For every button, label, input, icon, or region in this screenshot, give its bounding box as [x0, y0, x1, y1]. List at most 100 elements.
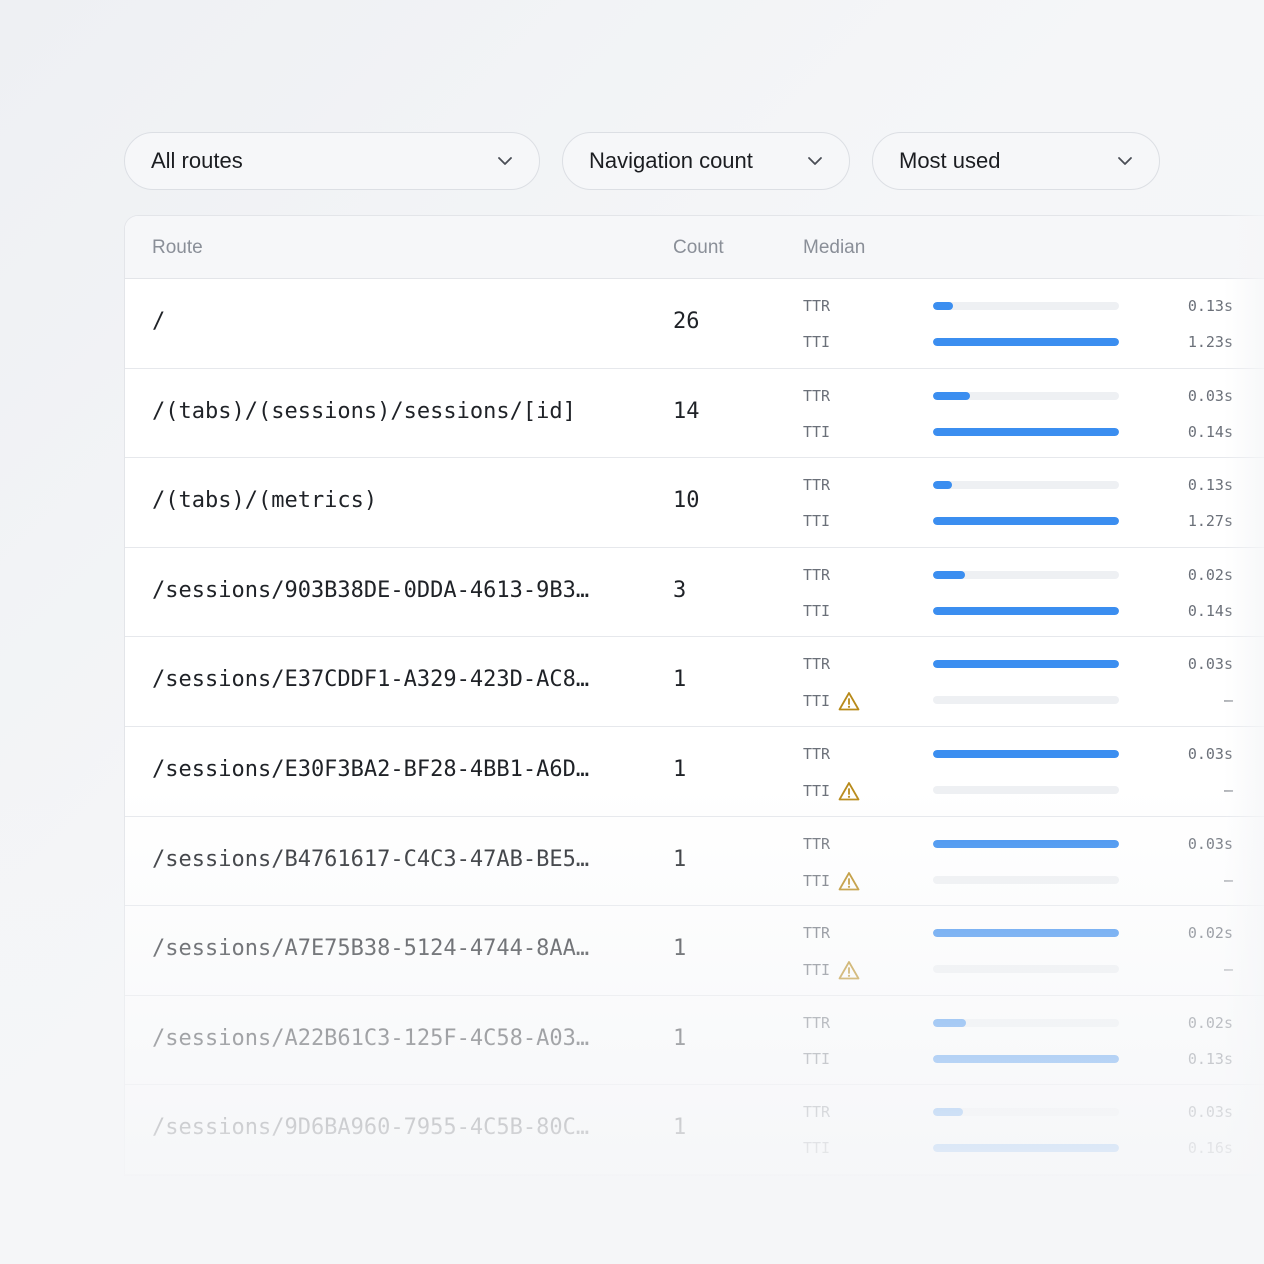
tti-bar-fill	[933, 338, 1119, 346]
column-header-route[interactable]: Route	[152, 237, 203, 259]
table-row[interactable]: /sessions/E37CDDF1-A329-423D-AC8… 1 TTR 0.0…	[125, 637, 1264, 727]
tti-bar-fill	[933, 606, 1119, 615]
ttr-bar-fill	[933, 391, 971, 400]
metric-label-text: TTR	[803, 476, 831, 495]
navigation-count: 10	[673, 488, 700, 514]
navigation-count: 14	[673, 398, 700, 424]
ttr-bar-fill	[933, 1018, 967, 1027]
table-row[interactable]: /(tabs)/(sessions)/sessions/[id] 14 TTR 0.0…	[125, 369, 1264, 459]
tti-label: TTI	[803, 960, 860, 980]
column-header-count[interactable]: Count	[673, 237, 724, 259]
tti-bar-track	[933, 517, 1119, 526]
ttr-label: TTR	[803, 1103, 830, 1121]
metric-label-text: TTR	[803, 744, 831, 763]
route-path[interactable]: /sessions/E37CDDF1-A329-423D-AC8…	[152, 667, 589, 692]
ttr-bar-fill	[933, 839, 1119, 848]
ttr-value: 0.02s	[1187, 924, 1233, 943]
tti-value: —	[1223, 780, 1233, 799]
table-row[interactable]: /sessions/E30F3BA2-BF28-4BB1-A6D… 1 TTR 0.0…	[125, 727, 1264, 817]
ttr-bar-fill	[933, 1108, 963, 1117]
sort-select[interactable]: Most used	[872, 132, 1160, 190]
metric-label-text: TTR	[803, 655, 831, 674]
metric-label-text: TTR	[803, 386, 831, 405]
ttr-metric: TTR 0.13s	[803, 476, 1233, 496]
route-filter-select[interactable]: All routes	[124, 132, 540, 190]
metric-label-text: TTR	[803, 1013, 831, 1032]
tti-bar-track	[933, 606, 1119, 615]
route-path[interactable]: /sessions/A22B61C3-125F-4C58-A03…	[152, 1026, 589, 1051]
ttr-metric: TTR 0.13s	[803, 297, 1233, 317]
ttr-label: TTR	[803, 1014, 830, 1032]
ttr-value: 0.03s	[1187, 1103, 1233, 1122]
metric-select[interactable]: Navigation count	[562, 132, 850, 190]
metric-select-value: Navigation count	[589, 148, 753, 173]
ttr-bar-track	[933, 929, 1119, 938]
route-path[interactable]: /sessions/903B38DE-0DDA-4613-9B3…	[152, 578, 589, 603]
ttr-bar-fill	[933, 570, 965, 579]
route-path[interactable]: /sessions/A7E75B38-5124-4744-8AA…	[152, 936, 589, 961]
ttr-metric: TTR 0.03s	[803, 387, 1233, 407]
tti-label: TTI	[803, 512, 830, 530]
column-header-median[interactable]: Median	[803, 237, 865, 259]
route-path[interactable]: /(tabs)/(metrics)	[152, 488, 377, 513]
metric-label-text: TTI	[803, 1049, 831, 1068]
ttr-label: TTR	[803, 566, 830, 584]
table-row[interactable]: /sessions/A22B61C3-125F-4C58-A03… 1 TTR 0.0…	[125, 996, 1264, 1086]
tti-metric: TTI 0.16s	[803, 1139, 1233, 1159]
route-path[interactable]: /sessions/B4761617-C4C3-47AB-BE5…	[152, 847, 589, 872]
ttr-bar-track	[933, 839, 1119, 848]
ttr-metric: TTR 0.03s	[803, 655, 1233, 675]
table-row[interactable]: /sessions/903B38DE-0DDA-4613-9B3… 3 TTR 0.0…	[125, 548, 1264, 638]
ttr-metric: TTR 0.02s	[803, 1014, 1233, 1034]
tti-bar-fill	[933, 517, 1119, 526]
tti-metric: TTI 0.14s	[803, 602, 1233, 622]
metric-label-text: TTI	[803, 692, 831, 711]
route-path[interactable]: /sessions/9D6BA960-7955-4C5B-80C…	[152, 1115, 589, 1140]
metric-label-text: TTI	[803, 781, 831, 800]
tti-metric: TTI 1.27s	[803, 512, 1233, 532]
table-row[interactable]: /sessions/B4761617-C4C3-47AB-BE5… 1 TTR 0.0…	[125, 817, 1264, 907]
tti-value: 0.14s	[1187, 601, 1233, 620]
tti-label: TTI	[803, 871, 860, 891]
tti-bar-fill	[933, 1144, 1119, 1153]
metric-label-text: TTR	[803, 297, 831, 315]
tti-metric: TTI —	[803, 960, 1233, 980]
ttr-bar-track	[933, 1018, 1119, 1027]
metric-label-text: TTI	[803, 1139, 831, 1158]
metric-label-text: TTI	[803, 961, 831, 980]
navigation-count: 1	[673, 936, 687, 962]
ttr-bar-track	[933, 481, 1119, 490]
ttr-label: TTR	[803, 297, 830, 315]
chevron-down-icon	[1118, 157, 1132, 165]
table-row[interactable]: /sessions/9D6BA960-7955-4C5B-80C… 1 TTR 0.0…	[125, 1085, 1264, 1175]
tti-metric: TTI 1.23s	[803, 333, 1233, 353]
table-row[interactable]: / 26 TTR 0.13s TTI 1.23s	[125, 279, 1264, 369]
table-header: Route Count Median	[125, 216, 1264, 279]
ttr-metric: TTR 0.03s	[803, 745, 1233, 765]
route-path[interactable]: /	[152, 309, 165, 334]
ttr-value: 0.02s	[1187, 565, 1233, 584]
tti-metric: TTI 0.14s	[803, 423, 1233, 443]
warning-triangle-icon	[838, 782, 860, 801]
ttr-value: 0.03s	[1187, 386, 1233, 405]
tti-value: 1.27s	[1187, 512, 1233, 531]
table-row[interactable]: /(tabs)/(metrics) 10 TTR 0.13s TTI 1.27s	[125, 458, 1264, 548]
chevron-down-icon	[498, 157, 512, 165]
route-path[interactable]: /(tabs)/(sessions)/sessions/[id]	[152, 399, 576, 424]
ttr-metric: TTR 0.02s	[803, 566, 1233, 586]
navigation-count: 1	[673, 1115, 687, 1141]
metric-label-text: TTI	[803, 512, 831, 531]
chevron-down-icon	[808, 157, 822, 165]
ttr-bar-track	[933, 1108, 1119, 1117]
navigation-count: 1	[673, 846, 687, 872]
tti-bar-track	[933, 1054, 1119, 1063]
route-path[interactable]: /sessions/E30F3BA2-BF28-4BB1-A6D…	[152, 757, 589, 782]
tti-bar-track	[933, 338, 1119, 346]
ttr-label: TTR	[803, 835, 830, 853]
metric-label-text: TTR	[803, 924, 831, 943]
tti-label: TTI	[803, 1139, 830, 1157]
ttr-label: TTR	[803, 476, 830, 494]
warning-triangle-icon	[838, 961, 860, 980]
tti-bar-track	[933, 696, 1119, 705]
table-row[interactable]: /sessions/A7E75B38-5124-4744-8AA… 1 TTR 0.0…	[125, 906, 1264, 996]
